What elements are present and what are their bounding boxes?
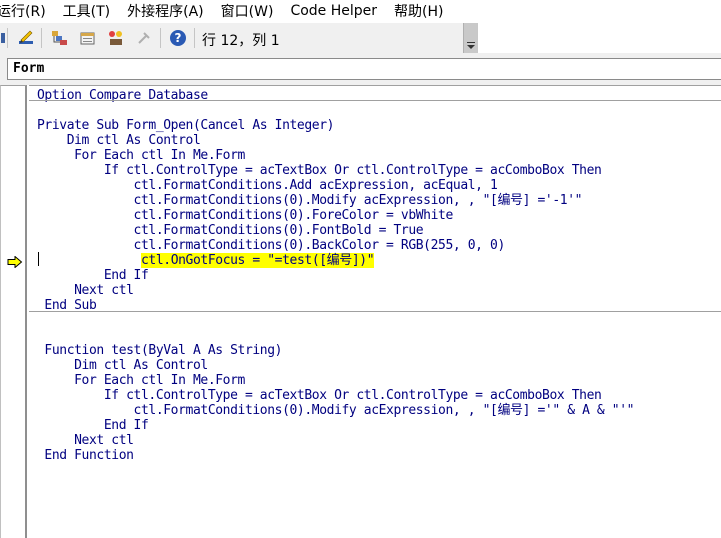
code-line[interactable]: End If: [37, 418, 149, 433]
code-line[interactable]: Dim ctl As Control: [37, 133, 201, 148]
toolbar-separator: [41, 28, 42, 48]
object-browser-icon[interactable]: [105, 27, 127, 49]
code-line[interactable]: ctl.FormatConditions(0).Modify acExpress…: [37, 193, 583, 208]
menu-window[interactable]: 窗口(W): [221, 1, 274, 21]
properties-window-icon[interactable]: [77, 27, 99, 49]
project-explorer-icon[interactable]: [49, 27, 71, 49]
object-combo-box[interactable]: Form: [7, 58, 721, 80]
menu-addins[interactable]: 外接程序(A): [127, 1, 204, 21]
code-line[interactable]: Function test(ByVal A As String): [37, 343, 282, 358]
standard-toolbar: ? 行 12，列 1: [0, 23, 478, 53]
menu-bar: 运行(R) 工具(T) 外接程序(A) 窗口(W) Code Helper 帮助…: [0, 0, 721, 21]
design-mode-icon[interactable]: [15, 27, 37, 49]
code-line[interactable]: End If: [37, 268, 149, 283]
cursor-position-label: 行 12，列 1: [202, 33, 280, 49]
code-line[interactable]: ctl.FormatConditions(0).FontBold = True: [37, 223, 424, 238]
code-line[interactable]: If ctl.ControlType = acTextBox Or ctl.Co…: [37, 388, 602, 403]
toolbar-edge-button[interactable]: [0, 27, 11, 49]
code-line[interactable]: ctl.FormatConditions.Add acExpression, a…: [37, 178, 498, 193]
code-line[interactable]: ctl.FormatConditions(0).ForeColor = vbWh…: [37, 208, 454, 223]
margin-indicator-bar[interactable]: [0, 85, 27, 538]
code-line[interactable]: Next ctl: [37, 283, 134, 298]
code-line[interactable]: ctl.FormatConditions(0).BackColor = RGB(…: [37, 238, 506, 253]
code-line[interactable]: Next ctl: [37, 433, 134, 448]
code-line[interactable]: If ctl.ControlType = acTextBox Or ctl.Co…: [37, 163, 602, 178]
procedure-separator: [29, 100, 721, 101]
toolbar-options-button[interactable]: [463, 23, 477, 53]
menu-tools[interactable]: 工具(T): [63, 1, 110, 21]
code-line[interactable]: For Each ctl In Me.Form: [37, 373, 245, 388]
toolbar-separator: [194, 28, 195, 48]
current-statement-line[interactable]: ctl.OnGotFocus = "=test([编号])": [141, 253, 375, 268]
current-statement-highlight: ctl.OnGotFocus = "=test([编号])": [141, 253, 375, 268]
code-line[interactable]: For Each ctl In Me.Form: [37, 148, 245, 163]
toolbar-separator: [160, 28, 161, 48]
code-line[interactable]: Private Sub Form_Open(Cancel As Integer): [37, 118, 334, 133]
help-icon[interactable]: ?: [167, 27, 189, 49]
toolbox-icon[interactable]: [133, 27, 155, 49]
menu-run[interactable]: 运行(R): [0, 1, 46, 21]
code-line[interactable]: End Function: [37, 448, 134, 463]
code-line[interactable]: ctl.FormatConditions(0).Modify acExpress…: [37, 403, 635, 418]
svg-text:?: ?: [175, 31, 182, 45]
toolbar-separator: [7, 28, 8, 48]
execution-point-arrow-icon: [7, 253, 23, 272]
text-caret: [38, 252, 39, 266]
menu-help[interactable]: 帮助(H): [394, 1, 443, 21]
code-line[interactable]: Dim ctl As Control: [37, 358, 208, 373]
procedure-separator: [29, 311, 721, 312]
menu-code-helper[interactable]: Code Helper: [290, 3, 377, 19]
